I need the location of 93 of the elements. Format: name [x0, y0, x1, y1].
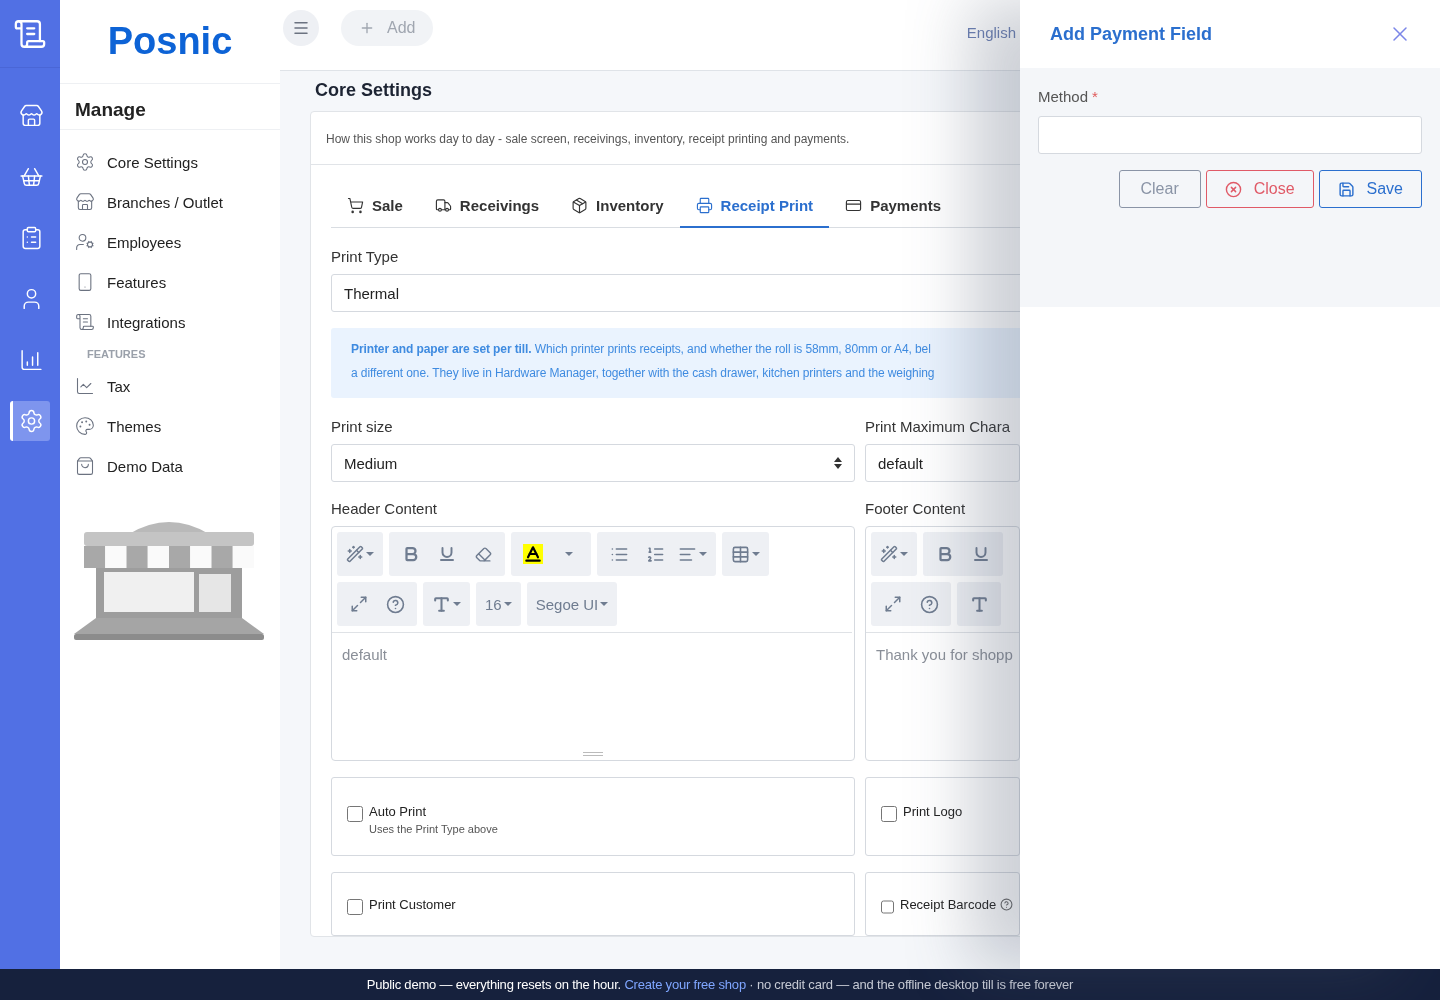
print-type-field[interactable]: Thermal [331, 274, 1020, 312]
chart-icon [75, 376, 95, 396]
method-input[interactable] [1038, 116, 1422, 154]
save-button[interactable]: Save [1318, 170, 1422, 208]
field-label: Print Type [331, 248, 400, 265]
wand-icon [880, 545, 898, 563]
max-characters-field[interactable]: default [865, 444, 1020, 482]
section-heading: FEATURES [86, 347, 147, 362]
caret-icon [900, 552, 908, 556]
sort-arrows-icon [834, 457, 842, 469]
store-icon [19, 103, 44, 129]
caret-icon [752, 552, 760, 556]
header-editor[interactable]: 16 Segoe UI default [331, 526, 855, 761]
option-label: Print Logo [903, 804, 963, 819]
option-label: Print Customer [369, 897, 456, 912]
field-label: Print Maximum Chara [865, 418, 1012, 435]
tab[interactable]: Payments [829, 187, 957, 228]
resize-handle[interactable] [583, 752, 603, 756]
bold-icon [402, 545, 420, 563]
card-icon [845, 197, 863, 214]
menu-item[interactable]: Core Settings [75, 142, 280, 182]
clipboard-icon [19, 225, 44, 251]
menu-item[interactable]: Themes [75, 406, 280, 446]
caret-icon [600, 602, 609, 606]
numbered-list-icon [645, 544, 665, 564]
checkbox[interactable] [347, 899, 363, 915]
checkbox[interactable] [347, 806, 363, 822]
underline-icon [438, 545, 456, 563]
page-title: Core Settings [315, 80, 434, 101]
help-icon [919, 594, 939, 614]
save-icon [1337, 180, 1355, 198]
caret-icon [565, 552, 573, 556]
menu-item[interactable]: Branches / Outlet [75, 182, 280, 222]
table-icon [731, 544, 750, 564]
info-text: Printer and paper are set per till. Which printer prints receipts, and whether the roll is 58mm, 80mm or A4, bel [351, 341, 932, 358]
caret-icon [453, 602, 461, 606]
menu-item[interactable]: Integrations [75, 302, 280, 342]
settings-icon [75, 152, 95, 172]
create-shop-link[interactable]: Create your free shop [624, 977, 746, 992]
receipt-icon [75, 312, 95, 332]
section-title: Manage [60, 84, 280, 130]
print-size-select[interactable]: Medium [331, 444, 855, 482]
tab[interactable]: Receivings [418, 187, 556, 228]
menu-item[interactable]: Features [75, 262, 280, 302]
printer-icon [695, 197, 713, 214]
menu-item[interactable]: Employees [75, 222, 280, 262]
field-label: Method * [1038, 88, 1098, 105]
store-icon [75, 192, 95, 212]
checkbox[interactable] [881, 899, 894, 915]
caret-icon [366, 552, 374, 556]
info-text: a different one. They live in Hardware Manager, together with the cash drawer, kitchen printers and the weighing [351, 365, 936, 382]
tab[interactable]: Inventory [555, 187, 680, 228]
eraser-icon [474, 545, 492, 563]
text-height-icon [969, 594, 989, 614]
editor-text: Thank you for shopp [875, 645, 1014, 665]
field-label: Print size [331, 418, 394, 435]
caret-icon [503, 602, 512, 606]
menu-item[interactable]: Tax [75, 366, 280, 406]
rail-nav-button[interactable] [10, 401, 50, 441]
palette-icon [75, 416, 95, 436]
editor-text: default [341, 645, 389, 665]
close-circle-icon [1224, 180, 1242, 198]
wand-icon [346, 545, 364, 563]
help-icon [385, 594, 405, 614]
checkbox[interactable] [881, 806, 897, 822]
user-gear-icon [75, 232, 95, 252]
highlight-icon [523, 544, 543, 564]
menu-icon [292, 19, 310, 37]
bag-icon [75, 456, 95, 476]
chart-icon [19, 347, 44, 373]
bold-icon [936, 545, 954, 563]
field-label: Footer Content [865, 500, 967, 517]
field-label: Header Content [331, 500, 438, 517]
underline-icon [972, 545, 990, 563]
tab[interactable]: Receipt Print [679, 187, 830, 228]
tab[interactable]: Sale [331, 187, 419, 228]
menu-toggle-button[interactable] [283, 10, 319, 46]
option-label: Receipt Barcode [900, 897, 1014, 912]
banner-text: Public demo — everything resets on the hour. Create your free shop · no credit card — and the offline desktop till is free forever [366, 977, 1074, 992]
drawer-title: Add Payment Field [1050, 23, 1213, 45]
option-description: Uses the Print Type above [369, 823, 498, 835]
option-label: Auto Print [369, 804, 428, 819]
cart-icon [347, 197, 364, 214]
caret-icon [699, 552, 707, 556]
expand-icon [350, 595, 368, 613]
plus-icon [359, 20, 375, 36]
expand-icon [884, 595, 902, 613]
required-mark: * [1092, 88, 1098, 105]
truck-icon [434, 197, 452, 214]
box-icon [571, 197, 589, 214]
menu-item[interactable]: Demo Data [75, 446, 280, 486]
settings-icon [19, 408, 44, 434]
text-height-icon [432, 594, 451, 614]
